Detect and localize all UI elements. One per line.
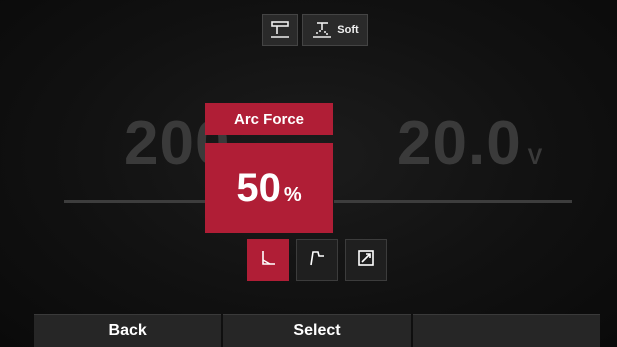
curve-step-icon (307, 248, 327, 273)
curve-ramp-button[interactable] (345, 239, 387, 281)
curve-drop-icon (258, 248, 278, 273)
process-button[interactable] (262, 14, 298, 46)
arc-force-title: Arc Force (205, 103, 333, 135)
voltage-unit: V (527, 144, 544, 169)
top-bar: Soft (262, 14, 368, 46)
back-button[interactable]: Back (34, 314, 222, 347)
soft-mode-button[interactable]: Soft (302, 14, 368, 46)
voltage-value: 20.0 (397, 109, 522, 178)
stick-spark-icon (311, 20, 333, 40)
tig-torch-icon (269, 20, 291, 40)
soft-mode-label: Soft (337, 24, 359, 36)
arc-force-value: 50 (236, 165, 281, 210)
curve-ramp-icon (356, 248, 376, 273)
left-divider (64, 200, 206, 203)
curve-mode-row (247, 239, 387, 281)
arc-force-unit: % (283, 183, 302, 206)
select-button[interactable]: Select (223, 314, 411, 347)
voltage-display: 20.0 V (397, 108, 543, 179)
arc-force-value-panel[interactable]: 50 % (205, 143, 333, 233)
empty-softkey[interactable] (412, 314, 600, 347)
curve-step-button[interactable] (296, 239, 338, 281)
bottom-softkey-bar: Back Select (34, 314, 600, 347)
curve-drop-button[interactable] (247, 239, 289, 281)
right-divider (334, 200, 572, 203)
